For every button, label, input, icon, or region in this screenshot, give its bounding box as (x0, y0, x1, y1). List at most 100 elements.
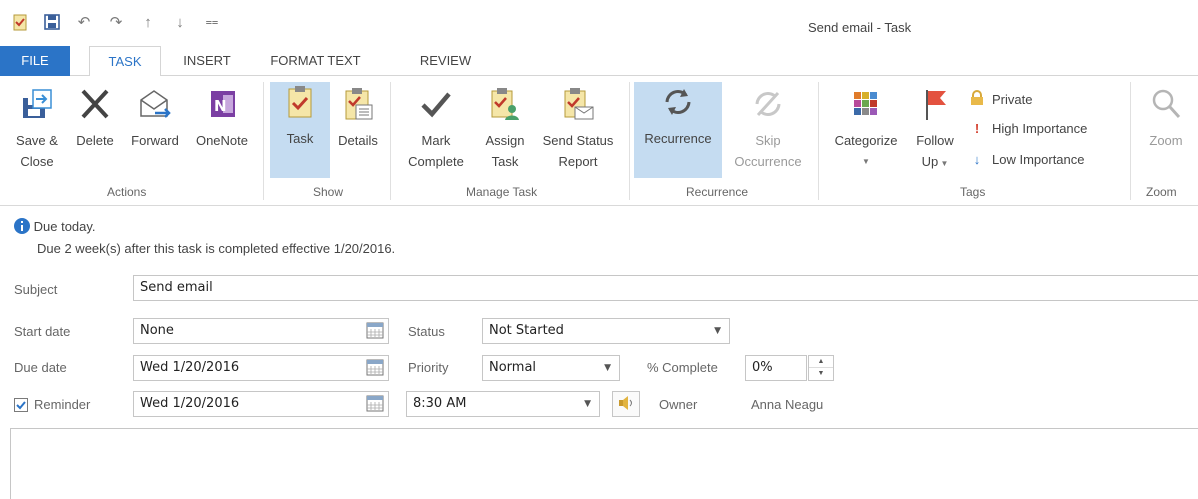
ribbon: Save & Close Delete Forward N OneNote Ac… (0, 76, 1198, 206)
save-close-button[interactable]: Save & Close (8, 84, 66, 172)
calendar-icon[interactable] (366, 359, 384, 376)
stepper-down-icon[interactable]: ▼ (809, 368, 833, 380)
priority-value: Normal (489, 360, 537, 375)
delete-button[interactable]: Delete (69, 84, 121, 151)
task-icon (10, 12, 30, 32)
save-icon[interactable] (42, 12, 62, 32)
group-label-tags: Tags (960, 185, 986, 199)
tab-format-text[interactable]: FORMAT TEXT (268, 46, 363, 76)
mark-complete-button[interactable]: Mark Complete (396, 84, 476, 172)
up-icon[interactable]: ↑ (138, 12, 158, 32)
onenote-icon: N (202, 84, 242, 124)
onenote-label: OneNote (195, 133, 249, 148)
categorize-button[interactable]: Categorize ▼ (824, 84, 908, 172)
window-title: Send email - Task (808, 20, 912, 35)
start-date-label: Start date (14, 324, 71, 339)
high-importance-label: High Importance (992, 121, 1088, 136)
reminder-toggle[interactable]: Reminder (14, 397, 90, 412)
reminder-label: Reminder (34, 397, 91, 412)
chevron-down-icon: ▼ (584, 399, 591, 409)
status-value: Not Started (489, 323, 564, 338)
zoom-label: Zoom (1149, 133, 1183, 148)
down-icon[interactable]: ↓ (170, 12, 190, 32)
svg-text:N: N (214, 97, 227, 115)
send-status-report-label-1: Send Status (542, 133, 614, 148)
undo-icon[interactable]: ↶ (74, 12, 94, 32)
status-select[interactable]: Not Started ▼ (482, 318, 730, 344)
due-date-label: Due date (14, 360, 67, 375)
low-importance-button[interactable]: ↓ Low Importance (970, 152, 1085, 167)
task-view-icon (280, 82, 320, 122)
calendar-icon[interactable] (366, 322, 384, 339)
chevron-down-icon: ▼ (604, 363, 611, 373)
assign-task-label-1: Assign (485, 133, 525, 148)
due-date-field[interactable]: Wed 1/20/2016 (133, 355, 389, 381)
tab-review[interactable]: REVIEW (408, 46, 483, 76)
reminder-time-value: 8:30 AM (413, 396, 467, 411)
percent-complete-input[interactable]: 0% (745, 355, 807, 381)
customize-icon[interactable]: ⩵ (202, 12, 222, 32)
tab-task[interactable]: TASK (89, 46, 161, 77)
speaker-icon (617, 395, 635, 414)
send-status-report-label-2: Report (558, 154, 598, 169)
follow-up-button[interactable]: Follow Up ▼ (908, 84, 962, 174)
reminder-date-field[interactable]: Wed 1/20/2016 (133, 391, 389, 417)
task-view-label: Task (286, 131, 314, 146)
exclamation-icon: ! (974, 121, 980, 136)
skip-occurrence-button[interactable]: Skip Occurrence (722, 84, 814, 172)
stepper-up-icon[interactable]: ▲ (809, 356, 833, 368)
private-button[interactable]: Private (970, 90, 1032, 109)
skip-occurrence-icon (748, 84, 788, 124)
recurrence-label: Recurrence (644, 131, 712, 146)
owner-label: Owner (659, 397, 698, 412)
start-date-value: None (140, 323, 174, 338)
chevron-down-icon: ▼ (938, 159, 949, 168)
subject-input[interactable]: Send email (133, 275, 1198, 301)
percent-complete-stepper[interactable]: ▲ ▼ (808, 355, 834, 381)
recurrence-button[interactable]: Recurrence (634, 82, 722, 178)
forward-icon (135, 84, 175, 124)
owner-value: Anna Neagu (751, 397, 824, 412)
due-date-value: Wed 1/20/2016 (140, 360, 240, 375)
forward-button[interactable]: Forward (124, 84, 186, 151)
chevron-down-icon: ▼ (714, 326, 721, 336)
tab-file[interactable]: FILE (0, 46, 70, 76)
categorize-label: Categorize (834, 133, 898, 148)
magnifier-icon (1146, 84, 1186, 124)
calendar-icon[interactable] (366, 395, 384, 412)
ribbon-tabs: FILE TASK INSERT FORMAT TEXT REVIEW (0, 46, 1198, 77)
reminder-time-select[interactable]: 8:30 AM ▼ (406, 391, 600, 417)
redo-icon[interactable]: ↷ (106, 12, 126, 32)
status-label: Status (408, 324, 445, 339)
details-label: Details (338, 133, 378, 148)
info-bar: Due today. (14, 218, 96, 237)
skip-occurrence-label-2: Occurrence (734, 154, 802, 169)
task-body-editor[interactable] (10, 428, 1198, 499)
details-button[interactable]: Details (331, 84, 385, 151)
quick-access-toolbar: ↶ ↷ ↑ ↓ ⩵ (10, 10, 222, 34)
reminder-checkbox[interactable] (14, 397, 28, 412)
info-due-today: Due today. (33, 219, 96, 234)
save-close-label-1: Save & (16, 133, 58, 148)
group-label-zoom: Zoom (1146, 185, 1177, 199)
start-date-field[interactable]: None (133, 318, 389, 344)
details-icon (338, 84, 378, 124)
skip-occurrence-label-1: Skip (755, 133, 781, 148)
high-importance-button[interactable]: ! High Importance (970, 121, 1088, 136)
send-status-report-button[interactable]: Send Status Report (535, 84, 621, 172)
categorize-icon (846, 84, 886, 124)
assign-task-label-2: Task (491, 154, 519, 169)
private-label: Private (992, 92, 1033, 107)
save-close-label-2: Close (20, 154, 54, 169)
title-bar: ↶ ↷ ↑ ↓ ⩵ Send email - Task (0, 0, 1198, 45)
task-view-button[interactable]: Task (270, 82, 330, 178)
group-label-show: Show (313, 185, 344, 199)
subject-label: Subject (14, 282, 58, 297)
zoom-button[interactable]: Zoom (1138, 84, 1194, 151)
priority-select[interactable]: Normal ▼ (482, 355, 620, 381)
assign-task-button[interactable]: Assign Task (476, 84, 534, 172)
info-icon (14, 218, 30, 237)
onenote-button[interactable]: N OneNote (187, 84, 257, 151)
tab-insert[interactable]: INSERT (172, 46, 242, 76)
reminder-sound-button[interactable] (612, 391, 640, 417)
